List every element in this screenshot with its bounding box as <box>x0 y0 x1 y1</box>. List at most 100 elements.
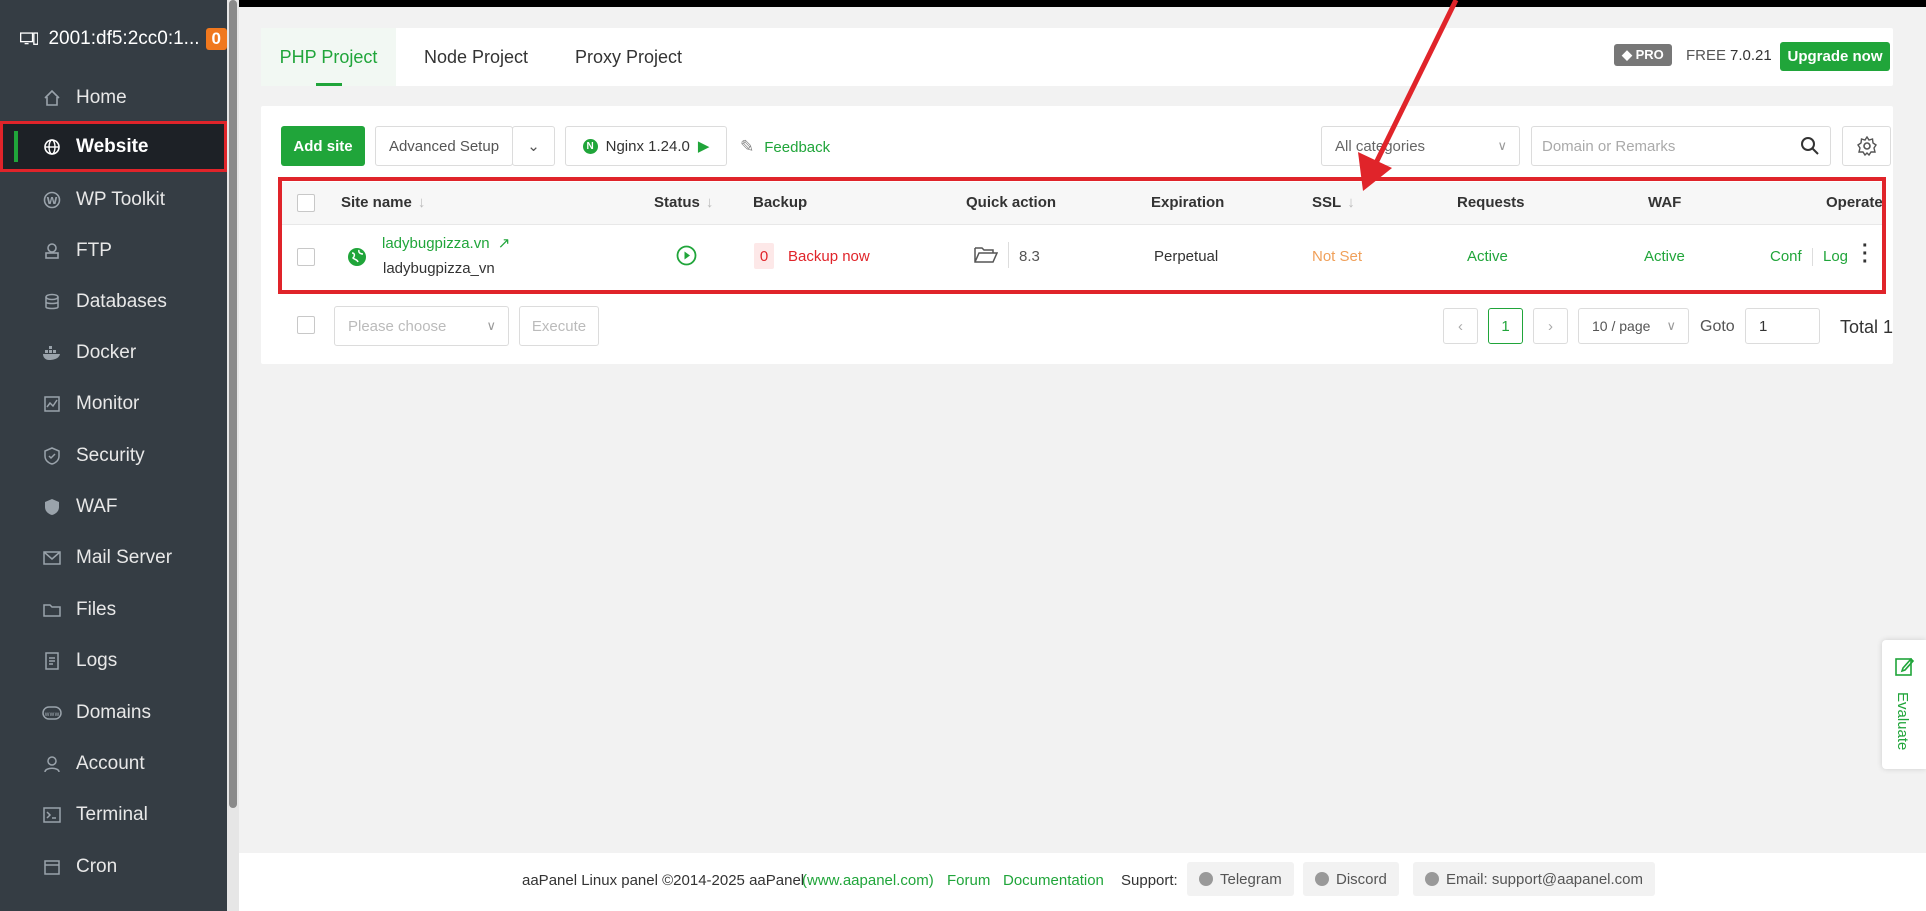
add-site-button[interactable]: Add site <box>281 126 365 166</box>
plan-label: FREE <box>1686 47 1727 64</box>
folder-icon <box>42 600 62 620</box>
mail-icon <box>42 548 62 568</box>
edit-icon <box>1895 657 1915 676</box>
category-value: All categories <box>1335 137 1426 155</box>
advanced-setup-button[interactable]: Advanced Setup <box>375 126 513 166</box>
globe-icon <box>42 137 62 157</box>
next-page-button[interactable]: › <box>1533 308 1568 344</box>
sidebar-item-label: Docker <box>76 341 137 363</box>
nginx-icon: N <box>582 138 598 154</box>
sidebar-item-more[interactable] <box>0 892 227 911</box>
monitor-icon <box>42 394 62 414</box>
sidebar-item-logs[interactable]: Logs <box>0 635 227 686</box>
docker-icon <box>42 343 62 363</box>
sidebar-item-label: Domains <box>76 701 151 723</box>
email-support-button[interactable]: Email: support@aapanel.com <box>1413 862 1655 896</box>
sidebar-item-account[interactable]: Account <box>0 738 227 789</box>
chevron-down-icon: ∨ <box>1497 138 1507 153</box>
user-icon <box>42 754 62 774</box>
sidebar-item-label: Security <box>76 444 145 466</box>
discord-label: Discord <box>1336 870 1387 888</box>
sidebar-item-ftp[interactable]: FTP <box>0 225 227 276</box>
sidebar-item-website[interactable]: Website <box>0 121 227 172</box>
sidebar-item-domains[interactable]: www Domains <box>0 687 227 738</box>
sidebar-item-waf[interactable]: WAF <box>0 481 227 532</box>
chevron-left-icon: ‹ <box>1458 317 1463 335</box>
search-input[interactable]: Domain or Remarks <box>1531 126 1831 166</box>
advanced-setup-dropdown[interactable]: ⌄ <box>512 126 555 166</box>
tab-proxy-project[interactable]: Proxy Project <box>575 28 682 86</box>
sidebar-item-terminal[interactable]: Terminal <box>0 789 227 840</box>
wordpress-icon: W <box>42 190 62 210</box>
top-bar <box>239 0 1926 7</box>
telegram-button[interactable]: Telegram <box>1187 862 1294 896</box>
sidebar-item-label: Cron <box>76 855 118 877</box>
sidebar-item-databases[interactable]: Databases <box>0 276 227 327</box>
chevron-right-icon: › <box>1548 317 1553 335</box>
sidebar-item-files[interactable]: Files <box>0 584 227 635</box>
sidebar-item-label: Databases <box>76 290 167 312</box>
forum-link[interactable]: Forum <box>947 872 990 889</box>
sidebar-item-label: FTP <box>76 239 112 261</box>
sidebar-item-label: Home <box>76 86 127 108</box>
sidebar-item-label: Account <box>76 752 145 774</box>
server-header[interactable]: 2001:df5:2cc0:1... 0 <box>0 10 227 68</box>
sidebar-item-label: Logs <box>76 649 118 671</box>
prev-page-button[interactable]: ‹ <box>1443 308 1478 344</box>
bulk-select-checkbox[interactable] <box>297 316 315 334</box>
nginx-button[interactable]: N Nginx 1.24.0 ▶ <box>565 126 727 166</box>
bulk-action-select[interactable]: Please choose ∨ <box>334 306 509 346</box>
feedback-link[interactable]: ✎ Feedback <box>740 137 830 157</box>
sidebar-item-label: Terminal <box>76 803 148 825</box>
telegram-label: Telegram <box>1220 870 1282 888</box>
sidebar-scrollbar[interactable] <box>227 0 239 911</box>
evaluate-tab[interactable]: Evaluate <box>1882 640 1926 769</box>
notification-badge[interactable]: 0 <box>205 28 227 50</box>
gear-icon <box>1856 136 1877 156</box>
page-size-select[interactable]: 10 / page ∨ <box>1578 308 1689 344</box>
terminal-icon <box>42 805 62 825</box>
sidebar-item-home[interactable]: Home <box>0 72 227 123</box>
svg-text:W: W <box>46 196 57 207</box>
www-icon: www <box>42 703 62 723</box>
diamond-icon: ◆ <box>1622 47 1636 62</box>
documentation-link[interactable]: Documentation <box>1003 872 1104 889</box>
category-select[interactable]: All categories ∨ <box>1321 126 1520 166</box>
pro-label: PRO <box>1635 47 1664 62</box>
sidebar-item-label: Monitor <box>76 392 140 414</box>
email-icon <box>1425 872 1439 886</box>
ftp-icon <box>42 241 62 261</box>
aapanel-site-link[interactable]: (www.aapanel.com) <box>802 872 934 889</box>
page-number[interactable]: 1 <box>1488 308 1523 344</box>
upgrade-button[interactable]: Upgrade now <box>1780 42 1890 71</box>
nginx-label: Nginx 1.24.0 <box>605 137 690 155</box>
sidebar-item-mail-server[interactable]: Mail Server <box>0 532 227 583</box>
sidebar-item-wp-toolkit[interactable]: W WP Toolkit <box>0 174 227 225</box>
feedback-label: Feedback <box>764 138 831 156</box>
chevron-down-icon: ∨ <box>1666 318 1676 333</box>
sidebar-item-monitor[interactable]: Monitor <box>0 378 227 429</box>
footer: aaPanel Linux panel ©2014-2025 aaPanel (… <box>239 853 1926 911</box>
copyright-text: aaPanel Linux panel ©2014-2025 aaPanel <box>522 872 805 889</box>
sidebar-item-cron[interactable]: Cron <box>0 841 227 892</box>
tab-node-project[interactable]: Node Project <box>424 28 528 86</box>
settings-button[interactable] <box>1842 126 1891 166</box>
goto-page-input[interactable]: 1 <box>1745 308 1820 344</box>
page-size-value: 10 / page <box>1592 318 1651 334</box>
waf-shield-icon <box>42 497 62 517</box>
discord-icon <box>1315 872 1329 886</box>
computer-icon <box>20 32 39 45</box>
goto-label: Goto <box>1700 318 1735 335</box>
play-icon: ▶ <box>697 138 710 155</box>
telegram-icon <box>1199 872 1213 886</box>
feedback-icon: ✎ <box>740 137 755 156</box>
sidebar-item-label: WP Toolkit <box>76 188 166 210</box>
scrollbar-thumb[interactable] <box>229 0 237 808</box>
sidebar-item-docker[interactable]: Docker <box>0 327 227 378</box>
execute-button[interactable]: Execute <box>519 306 599 346</box>
discord-button[interactable]: Discord <box>1303 862 1399 896</box>
tab-php-project[interactable]: PHP Project <box>261 28 396 86</box>
search-icon[interactable] <box>1800 136 1820 156</box>
sidebar-item-security[interactable]: Security <box>0 430 227 481</box>
logs-icon <box>42 651 62 671</box>
